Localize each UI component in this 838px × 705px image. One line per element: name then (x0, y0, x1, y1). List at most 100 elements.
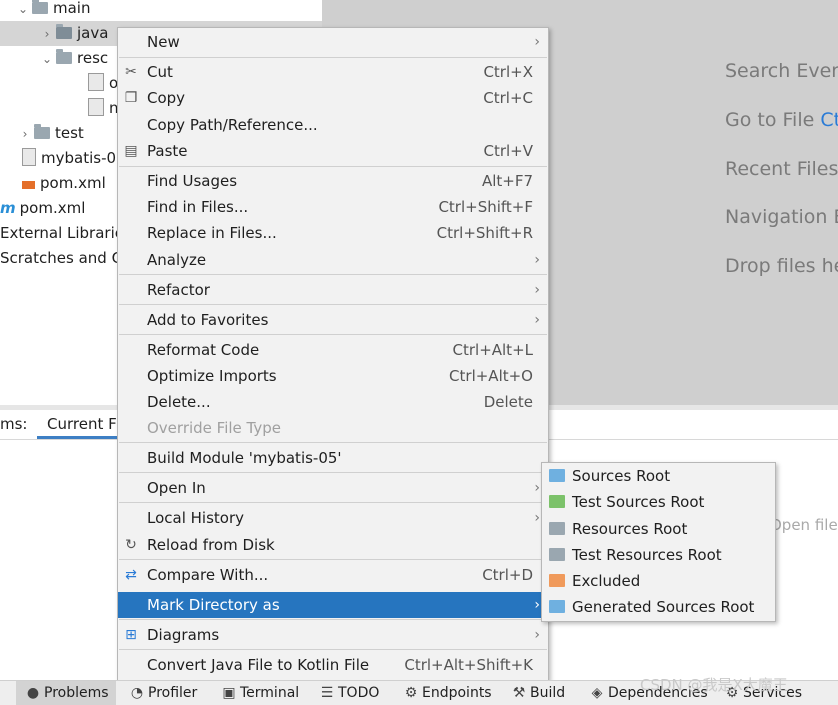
copy-icon: ❐ (124, 90, 138, 106)
cut-icon: ✂ (125, 64, 137, 80)
problems-icon: ● (26, 685, 40, 701)
chevron-right-icon: › (534, 480, 540, 496)
folder-icon (32, 0, 48, 14)
folder-icon (34, 124, 50, 139)
menu-item-compare-with[interactable]: ⇄ Compare With... Ctrl+D (118, 562, 548, 588)
menu-item-build-module[interactable]: Build Module 'mybatis-05' (118, 445, 548, 471)
mark-directory-submenu: Sources Root Test Sources Root Resources… (541, 462, 776, 622)
submenu-item-test-resources-root[interactable]: Test Resources Root (542, 542, 775, 568)
submenu-item-sources-root[interactable]: Sources Root (542, 463, 775, 489)
menu-item-optimize-imports[interactable]: Optimize Imports Ctrl+Alt+O (118, 363, 548, 389)
tree-item-iml[interactable]: mybatis-05 (22, 146, 126, 171)
endpoints-icon: ⚙ (404, 685, 418, 701)
xml-file-icon (22, 181, 35, 189)
menu-item-cut[interactable]: ✂ Cut Ctrl+X (118, 59, 548, 85)
generated-sources-folder-icon (549, 600, 565, 613)
tree-item-pom-root[interactable]: m pom.xml (0, 196, 85, 221)
xml-file-icon (88, 98, 104, 116)
menu-item-reformat-code[interactable]: Reformat Code Ctrl+Alt+L (118, 337, 548, 363)
menu-item-local-history[interactable]: Local History › (118, 505, 548, 531)
menu-item-reload-from-disk[interactable]: ↻ Reload from Disk (118, 532, 548, 558)
go-to-file-hint: Go to File Ct (725, 109, 838, 131)
terminal-icon: ▣ (222, 685, 236, 701)
dependencies-icon: ◈ (591, 685, 603, 701)
tree-item-label: test (55, 124, 84, 142)
chevron-down-icon[interactable]: ⌄ (38, 47, 56, 72)
chevron-right-icon[interactable]: › (16, 122, 34, 147)
menu-item-copy[interactable]: ❐ Copy Ctrl+C (118, 85, 548, 111)
panel-title: ms: (0, 415, 28, 433)
resources-folder-icon (56, 49, 72, 64)
chevron-right-icon: › (534, 312, 540, 328)
menu-item-analyze[interactable]: Analyze › (118, 247, 548, 273)
chevron-right-icon: › (534, 252, 540, 268)
menu-item-find-in-files[interactable]: Find in Files... Ctrl+Shift+F (118, 194, 548, 220)
statusbar-problems[interactable]: ● Problems (16, 681, 116, 705)
chevron-right-icon: › (534, 282, 540, 298)
folder-icon (56, 24, 72, 39)
menu-item-mark-directory-as[interactable]: Mark Directory as › (118, 592, 548, 618)
tab-current-file[interactable]: Current Fi (47, 415, 120, 433)
tree-item-label: resc (77, 49, 109, 67)
menu-item-diagrams[interactable]: ⊞ Diagrams › (118, 622, 548, 648)
menu-item-delete[interactable]: Delete... Delete (118, 389, 548, 415)
tab-underline (37, 436, 117, 439)
open-file-hint: Open file (770, 516, 838, 534)
statusbar-profiler[interactable]: ◔ Profiler (130, 681, 197, 705)
tree-item-resources[interactable]: ⌄ resc (38, 46, 108, 71)
paste-icon: ▤ (124, 143, 138, 159)
tree-item-test[interactable]: › test (16, 121, 84, 146)
tree-item-label: main (53, 0, 91, 17)
tree-item-label: External Libraries (0, 224, 132, 242)
menu-item-copy-path[interactable]: Copy Path/Reference... (118, 112, 548, 138)
menu-item-replace-in-files[interactable]: Replace in Files... Ctrl+Shift+R (118, 220, 548, 246)
tree-item-scratches[interactable]: Scratches and Co (0, 246, 131, 271)
chevron-right-icon: › (534, 510, 540, 526)
submenu-item-excluded[interactable]: Excluded (542, 568, 775, 594)
submenu-item-generated-sources-root[interactable]: Generated Sources Root (542, 594, 775, 620)
menu-item-open-in[interactable]: Open In › (118, 475, 548, 501)
maven-icon: m (0, 199, 16, 217)
statusbar-todo[interactable]: ☰ TODO (320, 681, 380, 705)
chevron-right-icon: › (534, 597, 540, 613)
menu-item-new[interactable]: New › (118, 29, 548, 55)
todo-icon: ☰ (320, 685, 334, 701)
statusbar-build[interactable]: ⚒ Build (512, 681, 565, 705)
tree-item-external-libraries[interactable]: External Libraries (0, 221, 132, 246)
context-menu: New › ✂ Cut Ctrl+X ❐ Copy Ctrl+C Copy Path/Re… (117, 27, 549, 681)
menu-item-convert-to-kotlin[interactable]: Convert Java File to Kotlin File Ctrl+Alt… (118, 652, 548, 678)
diagram-icon: ⊞ (125, 627, 137, 643)
chevron-down-icon[interactable]: ⌄ (14, 0, 32, 22)
tree-item-main[interactable]: ⌄ main (14, 0, 90, 21)
tree-item-label: mybatis-05 (41, 149, 126, 167)
chevron-right-icon: › (534, 34, 540, 50)
submenu-item-test-sources-root[interactable]: Test Sources Root (542, 489, 775, 515)
menu-item-find-usages[interactable]: Find Usages Alt+F7 (118, 168, 548, 194)
menu-item-override-file-type: Override File Type (147, 419, 281, 437)
module-file-icon (22, 148, 36, 166)
tree-item-label: pom.xml (19, 199, 86, 217)
resources-folder-icon (549, 522, 565, 535)
reload-icon: ↻ (125, 537, 137, 553)
menu-item-add-to-favorites[interactable]: Add to Favorites › (118, 307, 548, 333)
tree-item-label: java (77, 24, 109, 42)
tree-item-file[interactable]: o (88, 71, 118, 96)
statusbar-endpoints[interactable]: ⚙ Endpoints (404, 681, 492, 705)
build-icon: ⚒ (512, 685, 526, 701)
watermark: CSDN @我是X大魔王 (640, 676, 788, 694)
chevron-right-icon[interactable]: › (38, 22, 56, 47)
test-sources-folder-icon (549, 495, 565, 508)
tree-item-label: Scratches and Co (0, 249, 132, 267)
properties-file-icon (88, 73, 104, 91)
tree-item-pom[interactable]: pom.xml (22, 171, 106, 196)
profiler-icon: ◔ (130, 685, 144, 701)
excluded-folder-icon (549, 574, 565, 587)
menu-item-paste[interactable]: ▤ Paste Ctrl+V (118, 138, 548, 164)
navigation-bar-hint: Navigation B (725, 206, 838, 228)
sources-root-folder-icon (549, 469, 565, 482)
tree-item-file[interactable]: n (88, 96, 119, 121)
compare-icon: ⇄ (125, 567, 137, 583)
statusbar-terminal[interactable]: ▣ Terminal (222, 681, 299, 705)
submenu-item-resources-root[interactable]: Resources Root (542, 516, 775, 542)
menu-item-refactor[interactable]: Refactor › (118, 277, 548, 303)
